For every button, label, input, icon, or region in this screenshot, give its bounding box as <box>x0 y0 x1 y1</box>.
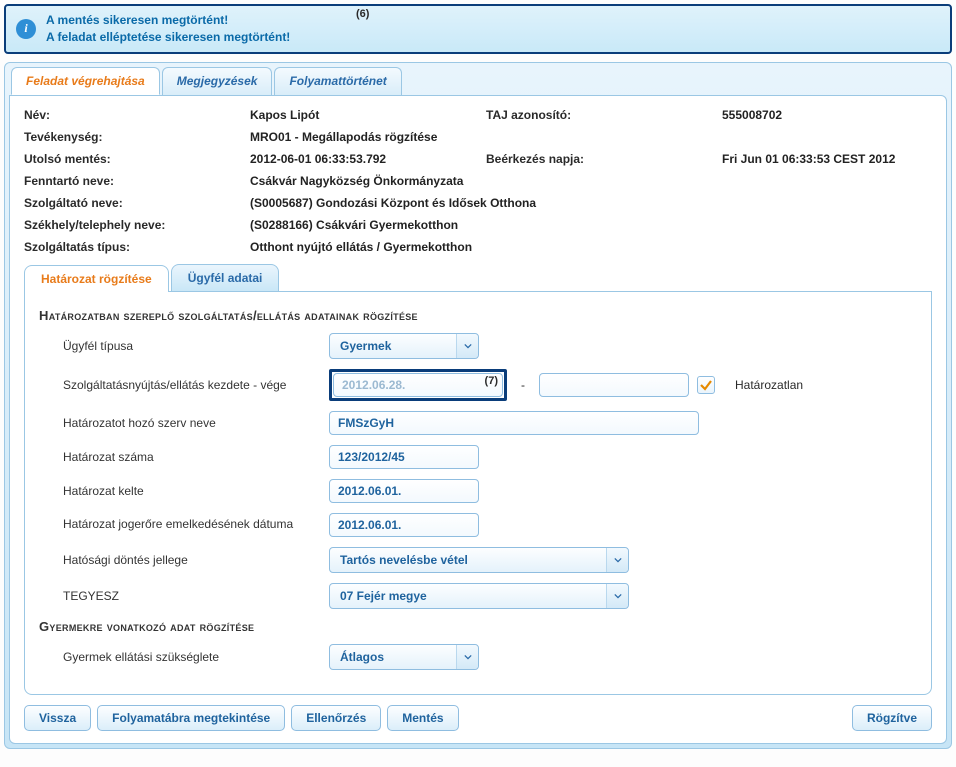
szukseglet-label: Gyermek ellátási szükséglete <box>39 650 329 664</box>
hatarozatlan-checkbox[interactable] <box>697 376 715 394</box>
tev-value: MRO01 - Megállapodás rögzítése <box>250 130 932 144</box>
banner-annotation: (6) <box>356 8 369 20</box>
chevron-down-icon <box>606 548 628 572</box>
szolg-value: (S0005687) Gondozási Központ és Idősek O… <box>250 196 932 210</box>
tegyesz-combo[interactable]: 07 Fejér megye <box>329 583 629 609</box>
vege-input[interactable] <box>539 373 689 397</box>
subtab-hatarozat[interactable]: Határozat rögzítése <box>24 265 169 292</box>
jogero-label: Határozat jogerőre emelkedésének dátuma <box>39 517 329 533</box>
chevron-down-icon <box>456 334 478 358</box>
szam-input[interactable] <box>329 445 479 469</box>
dontes-label: Hatósági döntés jellege <box>39 553 329 567</box>
main-container: Feladat végrehajtása Megjegyzések Folyam… <box>4 62 952 749</box>
info-icon: i <box>16 19 36 39</box>
szek-value: (S0288166) Csákvári Gyermekotthon <box>250 218 932 232</box>
ugyfel-label: Ügyfél típusa <box>39 339 329 353</box>
chevron-down-icon <box>456 645 478 669</box>
kezdet-highlight: (7) <box>329 369 507 401</box>
section2-title: Gyermekre vonatkozó adat rögzítése <box>39 619 917 634</box>
lastsave-label: Utolsó mentés: <box>24 152 244 166</box>
section1-title: Határozatban szereplő szolgáltatás/ellát… <box>39 308 917 323</box>
mentes-button[interactable]: Mentés <box>387 705 458 731</box>
tev-label: Tevékenység: <box>24 130 244 144</box>
dontes-combo-value: Tartós nevelésbe vétel <box>340 553 468 567</box>
ellenorzes-button[interactable]: Ellenőrzés <box>291 705 381 731</box>
tipus-value: Otthont nyújtó ellátás / Gyermekotthon <box>250 240 932 254</box>
sub-tabstrip: Határozat rögzítése Ügyfél adatai <box>24 264 932 292</box>
hatarozatlan-label: Határozatlan <box>735 378 803 392</box>
banner-line2: A feladat elléptetése sikeresen megtörté… <box>46 29 290 46</box>
szerv-label: Határozatot hozó szerv neve <box>39 416 329 430</box>
ugyfel-combo-value: Gyermek <box>340 339 391 353</box>
tab-folyamattortenet[interactable]: Folyamattörténet <box>274 67 401 95</box>
arrive-value: Fri Jun 01 06:33:53 CEST 2012 <box>722 152 932 166</box>
szukseglet-combo-value: Átlagos <box>340 650 384 664</box>
info-grid: Név: Kapos Lipót TAJ azonosító: 55500870… <box>24 108 932 254</box>
tegyesz-combo-value: 07 Fejér megye <box>340 589 427 603</box>
chevron-down-icon <box>606 584 628 608</box>
ugyfel-combo[interactable]: Gyermek <box>329 333 479 359</box>
name-value: Kapos Lipót <box>250 108 480 122</box>
szukseglet-combo[interactable]: Átlagos <box>329 644 479 670</box>
taj-label: TAJ azonosító: <box>486 108 716 122</box>
szerv-input[interactable] <box>329 411 699 435</box>
dontes-combo[interactable]: Tartós nevelésbe vétel <box>329 547 629 573</box>
tab-feladat[interactable]: Feladat végrehajtása <box>11 67 160 95</box>
szam-label: Határozat száma <box>39 450 329 464</box>
szolg-label: Szolgáltató neve: <box>24 196 244 210</box>
rogzitve-button[interactable]: Rögzítve <box>852 705 932 731</box>
name-label: Név: <box>24 108 244 122</box>
sub-panel: Határozatban szereplő szolgáltatás/ellát… <box>24 292 932 695</box>
kezdet-label: Szolgáltatásnyújtás/ellátás kezdete - vé… <box>39 378 329 392</box>
date-dash: - <box>515 378 531 392</box>
jogero-input[interactable] <box>329 513 479 537</box>
banner-line1: A mentés sikeresen megtörtént! <box>46 12 290 29</box>
fenn-value: Csákvár Nagyközség Önkormányzata <box>250 174 932 188</box>
tipus-label: Szolgáltatás típus: <box>24 240 244 254</box>
kezdet-input[interactable] <box>333 373 503 397</box>
main-tabstrip: Feladat végrehajtása Megjegyzések Folyam… <box>5 63 951 95</box>
info-banner: i A mentés sikeresen megtörtént! A felad… <box>4 4 952 54</box>
kelte-input[interactable] <box>329 479 479 503</box>
vissza-button[interactable]: Vissza <box>24 705 91 731</box>
tab-megjegyzesek[interactable]: Megjegyzések <box>162 67 273 95</box>
szek-label: Székhely/telephely neve: <box>24 218 244 232</box>
lastsave-value: 2012-06-01 06:33:53.792 <box>250 152 480 166</box>
tegyesz-label: TEGYESZ <box>39 589 329 603</box>
taj-value: 555008702 <box>722 108 932 122</box>
main-panel: Név: Kapos Lipót TAJ azonosító: 55500870… <box>9 95 947 744</box>
arrive-label: Beérkezés napja: <box>486 152 716 166</box>
subtab-ugyfel[interactable]: Ügyfél adatai <box>171 264 280 291</box>
folyamatabra-button[interactable]: Folyamatábra megtekintése <box>97 705 285 731</box>
fenn-label: Fenntartó neve: <box>24 174 244 188</box>
kelte-label: Határozat kelte <box>39 484 329 498</box>
kezdet-annotation: (7) <box>485 375 498 387</box>
button-bar: Vissza Folyamatábra megtekintése Ellenőr… <box>24 705 932 731</box>
